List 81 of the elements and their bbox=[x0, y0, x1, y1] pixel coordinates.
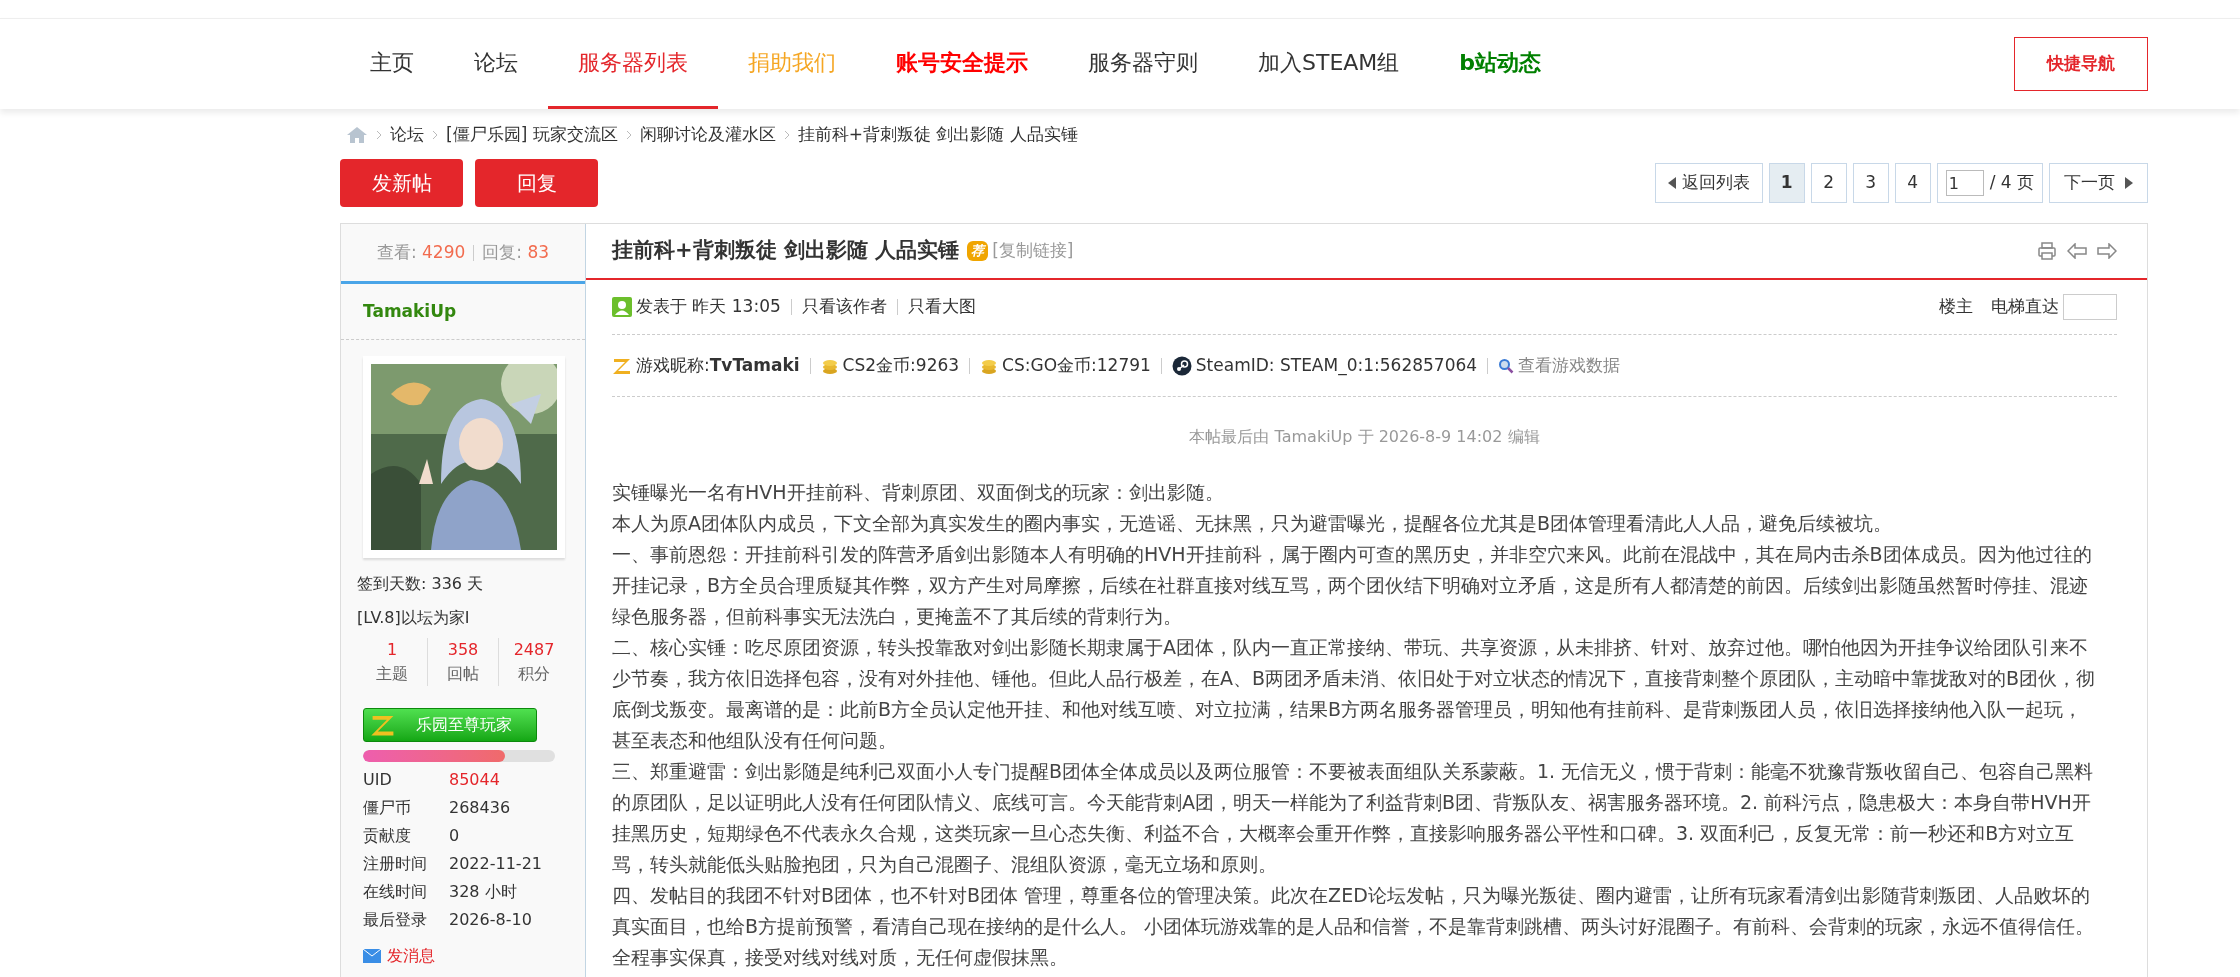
left-triangle-icon bbox=[1667, 177, 1676, 189]
stat-label: 积分 bbox=[518, 663, 550, 685]
reply-button[interactable]: 回复 bbox=[475, 159, 598, 207]
breadcrumb-link[interactable]: 论坛 bbox=[390, 122, 424, 148]
quick-nav-button[interactable]: 快捷导航 bbox=[2014, 37, 2148, 91]
profile-label: UID bbox=[363, 769, 393, 791]
game-info-text: 游戏昵称:TvTamaki bbox=[636, 353, 800, 377]
profile-value: 0 bbox=[449, 825, 460, 847]
print-icon[interactable] bbox=[2037, 241, 2057, 261]
back-to-list-button[interactable]: 返回列表 bbox=[1654, 163, 1763, 203]
game-info-text: CS2金币:9263 bbox=[842, 353, 960, 377]
nav-link[interactable]: 主页 bbox=[340, 19, 444, 109]
steam-icon bbox=[1171, 355, 1192, 376]
stat-value: 2487 bbox=[513, 639, 555, 661]
right-arrow-icon[interactable] bbox=[2097, 243, 2117, 259]
nav-link[interactable]: 账号安全提示 bbox=[866, 19, 1058, 109]
post-paragraph: 三、郑重避雷：剑出影随是纯利己双面小人专门提醒B团体全体成员以及两位服管：不要被表面组队关系蒙蔽。1. 无信无义，惯于背刺：能毫不犹豫背叛收留自己、包容自己黑料的原团队，足以证明此人没有任何团队情义、底线可言。今天能背刺A团，明天一样能为了利益背刺B团、背叛队友、祸害服务器环境。2. 前科污点，隐患极大：本身自带HVH开挂黑历史，短期绿色不代表永久合规，这类玩家一旦心态失衡、利益不合，大概率会重开作弊，直接影响服务器公平性和口碑。3. 双面利己，反复无常：前一秒还和B方对立互骂，转头就能低头贴脸抱团，只为自己混圈子、混组队资源，毫无立场和原则。 bbox=[612, 759, 2095, 877]
message-link[interactable]: 发消息 bbox=[387, 944, 435, 968]
floor-label: 楼主 bbox=[1939, 295, 1973, 319]
home-icon[interactable] bbox=[346, 126, 368, 144]
nav-link[interactable]: 服务器列表 bbox=[548, 19, 718, 109]
stat-label: 主题 bbox=[376, 663, 408, 685]
filter-link[interactable]: 只看该作者 bbox=[801, 294, 887, 320]
checkin-days: 签到天数: 336 天 bbox=[357, 572, 569, 596]
chevron-icon bbox=[432, 130, 438, 140]
stat-value: 1 bbox=[386, 639, 398, 661]
jump-label: 电梯直达 bbox=[1991, 295, 2059, 319]
breadcrumb-link[interactable]: [僵尸乐园] 玩家交流区 bbox=[446, 122, 618, 148]
nav-link[interactable]: 加入STEAM组 bbox=[1228, 19, 1430, 109]
next-page-button[interactable]: 下一页 bbox=[2049, 163, 2148, 203]
chevron-icon bbox=[376, 130, 382, 140]
profile-value: 85044 bbox=[449, 769, 500, 791]
recommend-badge: 荐 bbox=[967, 241, 989, 261]
game-data-link[interactable]: 查看游戏数据 bbox=[1518, 352, 1621, 379]
post-time: 发表于 昨天 13:05 bbox=[636, 295, 781, 319]
z-logo-icon bbox=[612, 356, 632, 375]
chevron-icon bbox=[625, 130, 632, 140]
post-paragraph: 四、发帖目的我团不针对B团体，也不针对B团体 管理，尊重各位的管理决策。此次在ZED论坛发帖，只为曝光叛徒、圈内避雷，让所有玩家看清剑出影随背刺叛团、人品败坏的真实面目，也给B方提前预警，看清自己现在接纳的是什么人。 小团体玩游戏靠的是人品和信誉，不是靠背刺跳槽、两头讨好混圈子。有前科、会背刺的玩家，永远不值得信任。全程事实保真，接受对线对线对质，无任何虚假抹黑。 bbox=[612, 883, 2096, 970]
nav-link[interactable]: 服务器守则 bbox=[1058, 19, 1228, 109]
game-info-text: CS:GO金币:12791 bbox=[1002, 353, 1151, 377]
thread-title: 挂前科+背刺叛徒 剑出影随 人品实锤 bbox=[612, 237, 960, 265]
profile-label: 贡献度 bbox=[363, 825, 412, 847]
nav-link[interactable]: b站动态 bbox=[1429, 19, 1572, 109]
right-triangle-icon bbox=[2125, 177, 2133, 189]
page-button[interactable]: 3 bbox=[1852, 163, 1889, 203]
stat-value: 358 bbox=[447, 639, 479, 661]
post-paragraph: 本人为原A团体队内成员，下文全部为真实发生的圈内事实，无造谣、无抹黑，只为避雷曝光，提醒各位尤其是B团体管理看清此人人品，避免后续被坑。 bbox=[612, 511, 1894, 536]
post-paragraph: 实锤曝光一名有HVH开挂前科、背刺原团、双面倒戈的玩家：剑出影随。 bbox=[612, 480, 1225, 505]
page-total: / 4 页 bbox=[1989, 171, 2034, 195]
profile-value: 328 小时 bbox=[449, 881, 517, 903]
filter-link[interactable]: 只看大图 bbox=[907, 294, 976, 320]
post-paragraph: 二、核心实锤：吃尽原团资源，转头投靠敌对剑出影随长期隶属于A团体，队内一直正常接纳、带玩、共享资源，从未排挤、针对、放弃过他。哪怕他因为开挂争议给团队引来不少节奏，我方依旧选择包容，没有对外挂他、锤他。但此人品行极差，在A、B两团矛盾未消、依旧处于对立状态的情况下，直接背刺整个原团队，主动暗中靠拢敌对的B团伙，彻底倒戈叛变。最离谱的是：此前B方全员认定他开挂、和他对线互喷、对立拉满，结果B方两名服务器管理员，明知他有挂前科、是背刺叛团人员，依旧选择接纳他入队一起玩，甚至表态和他组队没有任何问题。 bbox=[612, 635, 2097, 753]
edit-note: 本帖最后由 TamakiUp 于 2026-8-9 14:02 编辑 bbox=[1189, 426, 1540, 448]
page-input[interactable]: 1 bbox=[1945, 170, 1984, 196]
stat-label: 回帖 bbox=[447, 663, 479, 685]
left-arrow-icon[interactable] bbox=[2067, 243, 2087, 259]
new-post-button[interactable]: 发新帖 bbox=[340, 159, 463, 207]
page-button[interactable]: 4 bbox=[1894, 163, 1931, 203]
profile-value: 2026-8-10 bbox=[449, 909, 532, 931]
profile-value: 2022-11-21 bbox=[449, 853, 542, 875]
post-paragraph: 一、事前恩怨：开挂前科引发的阵营矛盾剑出影随本人有明确的HVH开挂前科，属于圈内可查的黑历史，并非空穴来风。此前在混战中，其在局内击杀B团体成员。因为他过往的开挂记录，B方全员合理质疑其作弊，双方产生对局摩擦，后续在社群直接对线互骂，两个团伙结下明确对立矛盾，这是所有人都清楚的前因。后续剑出影随虽然暂时停挂、混迹绿色服务器，但前科事实无法洗白，更掩盖不了其后续的背刺行为。 bbox=[612, 542, 2093, 629]
profile-label: 注册时间 bbox=[363, 853, 428, 875]
chevron-icon bbox=[783, 130, 790, 140]
view-reply-count: 查看: 4290 回复: 83 bbox=[376, 240, 550, 264]
floor-input[interactable] bbox=[2063, 294, 2117, 320]
profile-label: 僵尸币 bbox=[363, 797, 412, 819]
game-info-text: SteamID: STEAM_0:1:562857064 bbox=[1195, 353, 1478, 378]
envelope-icon bbox=[363, 949, 381, 963]
page-button[interactable]: 2 bbox=[1810, 163, 1847, 203]
profile-label: 在线时间 bbox=[363, 881, 428, 903]
breadcrumb-current[interactable]: 挂前科+背刺叛徒 剑出影随 人品实锤 bbox=[797, 122, 1078, 148]
username-link[interactable]: TamakiUp bbox=[363, 298, 457, 325]
nav-link[interactable]: 论坛 bbox=[444, 19, 548, 109]
user-rank[interactable]: [LV.8]以坛为家I bbox=[357, 606, 569, 630]
profile-value: 268436 bbox=[449, 797, 511, 819]
page-button[interactable]: 1 bbox=[1768, 163, 1805, 203]
user-icon bbox=[612, 297, 632, 317]
medal-label: 乐园至尊玩家 bbox=[416, 714, 512, 736]
profile-label: 最后登录 bbox=[363, 909, 428, 931]
search-icon bbox=[1498, 357, 1515, 374]
breadcrumb-link[interactable]: 闲聊讨论及灌水区 bbox=[639, 122, 776, 148]
